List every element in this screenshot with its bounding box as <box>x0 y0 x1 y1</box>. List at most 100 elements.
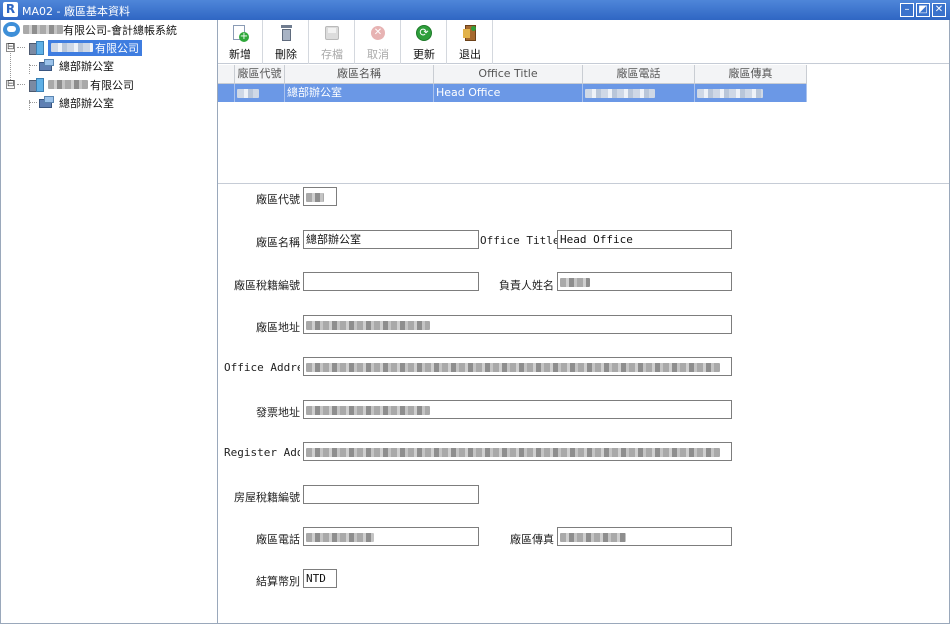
save-icon <box>323 24 341 42</box>
tree-item-company-1[interactable]: ⊟ 有限公司 <box>6 39 142 56</box>
register-address-field[interactable] <box>303 442 732 461</box>
grid-header-gutter <box>218 65 235 84</box>
office-icon <box>39 58 55 73</box>
fax-field[interactable] <box>557 527 732 546</box>
redacted-text <box>237 88 259 98</box>
tree-item-label: 有限公司 <box>90 78 134 92</box>
close-button[interactable]: ✕ <box>932 3 946 17</box>
cancel-button[interactable]: ✕ 取消 <box>356 20 401 64</box>
redacted-text <box>23 25 63 34</box>
cell-office-title[interactable]: Head Office <box>434 84 583 102</box>
address-field[interactable] <box>303 315 732 334</box>
house-tax-id-label: 房屋稅籍編號 <box>234 491 300 504</box>
building-icon <box>27 40 45 56</box>
office-icon <box>39 95 55 110</box>
register-address-label: Register Addı <box>224 446 300 459</box>
currency-field[interactable]: NTD <box>303 569 337 588</box>
cancel-label: 取消 <box>367 48 389 61</box>
detail-pane: + 新增 刪除 存檔 ✕ 取消 ⟳ 更新 退出 廠區代號 廠區名稱 Office… <box>218 20 950 624</box>
app-logo-icon: R <box>3 2 18 17</box>
delete-icon <box>277 24 295 42</box>
table-row[interactable]: 總部辦公室 Head Office <box>218 84 807 102</box>
redacted-text <box>585 88 655 98</box>
fax-label: 廠區傳真 <box>510 533 554 546</box>
toolbar: + 新增 刪除 存檔 ✕ 取消 ⟳ 更新 退出 <box>218 20 949 64</box>
exit-label: 退出 <box>459 48 481 61</box>
invoice-address-field[interactable] <box>303 400 732 419</box>
tree-item-office-2[interactable]: 總部辦公室 <box>29 94 114 111</box>
tree-root-label: 有限公司-會計總帳系統 <box>63 23 177 37</box>
column-header-office-title[interactable]: Office Title <box>434 65 583 84</box>
tax-id-label: 廠區稅籍編號 <box>234 279 300 292</box>
add-icon: + <box>231 24 249 42</box>
tree-connector <box>29 102 37 103</box>
delete-button[interactable]: 刪除 <box>264 20 309 64</box>
tree-connector <box>29 65 37 66</box>
collapse-icon[interactable]: ⊟ <box>6 43 15 52</box>
delete-label: 刪除 <box>275 48 297 61</box>
code-field[interactable] <box>303 187 337 206</box>
tree-item-office-1[interactable]: 總部辦公室 <box>29 57 114 74</box>
tree-connector <box>17 84 25 85</box>
cell-code[interactable] <box>235 84 285 102</box>
refresh-icon: ⟳ <box>415 24 433 42</box>
building-icon <box>27 77 45 93</box>
restore-button[interactable]: ◩ <box>916 3 930 17</box>
redacted-text <box>306 447 720 457</box>
cell-name[interactable]: 總部辦公室 <box>285 84 434 102</box>
row-gutter <box>218 84 235 102</box>
address-label: 廠區地址 <box>256 321 300 334</box>
column-header-phone[interactable]: 廠區電話 <box>583 65 695 84</box>
redacted-text <box>306 532 374 542</box>
add-label: 新增 <box>229 48 251 61</box>
tree-connector <box>17 47 25 48</box>
window-title: MA02 - 廠區基本資料 <box>22 5 130 18</box>
column-header-code[interactable]: 廠區代號 <box>235 65 285 84</box>
save-button[interactable]: 存檔 <box>310 20 355 64</box>
redacted-text <box>560 277 590 287</box>
code-label: 廠區代號 <box>256 193 300 206</box>
collapse-icon[interactable]: ⊟ <box>6 80 15 89</box>
tree-item-selected[interactable]: 有限公司 <box>48 39 142 56</box>
cell-fax[interactable] <box>695 84 807 102</box>
save-label: 存檔 <box>321 48 343 61</box>
manager-label: 負責人姓名 <box>499 279 554 292</box>
redacted-text <box>51 43 93 52</box>
redacted-text <box>306 320 430 330</box>
phone-field[interactable] <box>303 527 479 546</box>
tree-item-label: 有限公司 <box>95 41 139 55</box>
exit-icon <box>461 24 479 42</box>
office-title-field[interactable]: Head Office <box>557 230 732 249</box>
redacted-text <box>306 362 720 372</box>
currency-label: 結算幣別 <box>256 575 300 588</box>
redacted-text <box>48 80 88 89</box>
office-address-label: Office Addres <box>224 361 300 374</box>
add-button[interactable]: + 新增 <box>218 20 263 64</box>
office-address-field[interactable] <box>303 357 732 376</box>
company-group-icon <box>3 22 20 37</box>
minimize-button[interactable]: – <box>900 3 914 17</box>
tree-item-label: 總部辦公室 <box>59 96 114 110</box>
name-field[interactable]: 總部辦公室 <box>303 230 479 249</box>
exit-button[interactable]: 退出 <box>448 20 493 64</box>
redacted-text <box>560 532 626 542</box>
tree-root[interactable]: 有限公司-會計總帳系統 <box>3 21 177 38</box>
name-label: 廠區名稱 <box>256 236 300 249</box>
tree-item-company-2[interactable]: ⊟ 有限公司 <box>6 76 134 93</box>
office-title-label: Office Title <box>480 234 560 247</box>
factory-grid: 廠區代號 廠區名稱 Office Title 廠區電話 廠區傳真 總部辦公室 H… <box>218 65 949 184</box>
tax-id-field[interactable] <box>303 272 479 291</box>
column-header-name[interactable]: 廠區名稱 <box>285 65 434 84</box>
redacted-text <box>697 88 763 98</box>
column-header-fax[interactable]: 廠區傳真 <box>695 65 807 84</box>
tree-item-label: 總部辦公室 <box>59 59 114 73</box>
cancel-icon: ✕ <box>369 24 387 42</box>
cell-phone[interactable] <box>583 84 695 102</box>
house-tax-id-field[interactable] <box>303 485 479 504</box>
refresh-button[interactable]: ⟳ 更新 <box>402 20 447 64</box>
redacted-text <box>306 192 324 202</box>
company-tree: 有限公司-會計總帳系統 ⊟ 有限公司 總部辦公室 ⊟ 有限公司 總部辦公室 <box>0 20 218 624</box>
manager-field[interactable] <box>557 272 732 291</box>
phone-label: 廠區電話 <box>256 533 300 546</box>
refresh-label: 更新 <box>413 48 435 61</box>
